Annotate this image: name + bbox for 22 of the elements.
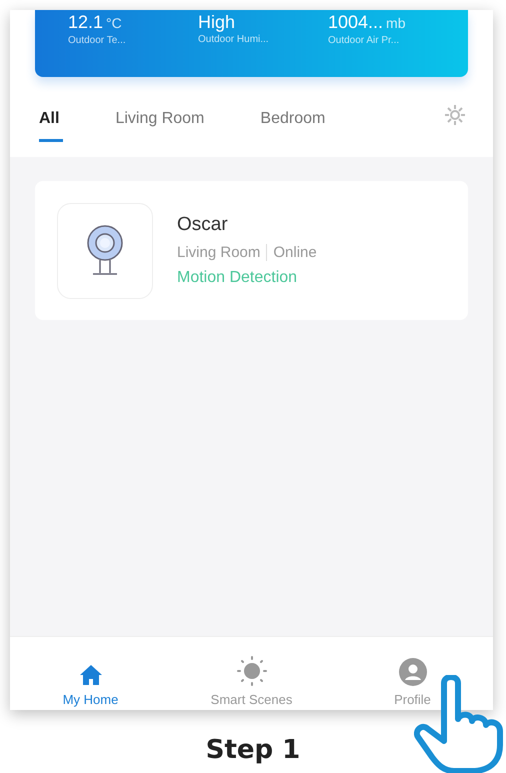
weather-unit: mb xyxy=(386,15,406,31)
device-card[interactable]: Oscar Living Room Online Motion Detection xyxy=(35,181,468,320)
weather-label: Outdoor Te... xyxy=(68,35,127,46)
weather-label: Outdoor Air Pr... xyxy=(328,35,400,46)
weather-unit: °C xyxy=(106,15,122,31)
step-caption: Step 1 xyxy=(206,735,300,765)
profile-icon xyxy=(398,658,426,686)
weather-value: High xyxy=(198,12,236,32)
device-status: Online xyxy=(266,244,317,261)
nav-tab[interactable]: My Home xyxy=(10,637,171,710)
device-name: Oscar xyxy=(177,214,229,236)
nav-tab[interactable]: Smart Scenes xyxy=(171,637,332,710)
device-mode: Motion Detection xyxy=(177,269,298,287)
weather-value: 12.1 °C xyxy=(68,12,123,33)
room-tab[interactable]: Living Room xyxy=(115,96,204,138)
home-icon xyxy=(78,664,102,686)
device-room: Living Room xyxy=(177,244,260,261)
weather-value: 1004... mb xyxy=(328,12,406,33)
weather-label: Outdoor Humi... xyxy=(198,34,270,45)
sun-icon xyxy=(236,656,266,686)
room-tab[interactable]: Bedroom xyxy=(260,96,326,138)
settings-icon[interactable] xyxy=(444,104,466,126)
